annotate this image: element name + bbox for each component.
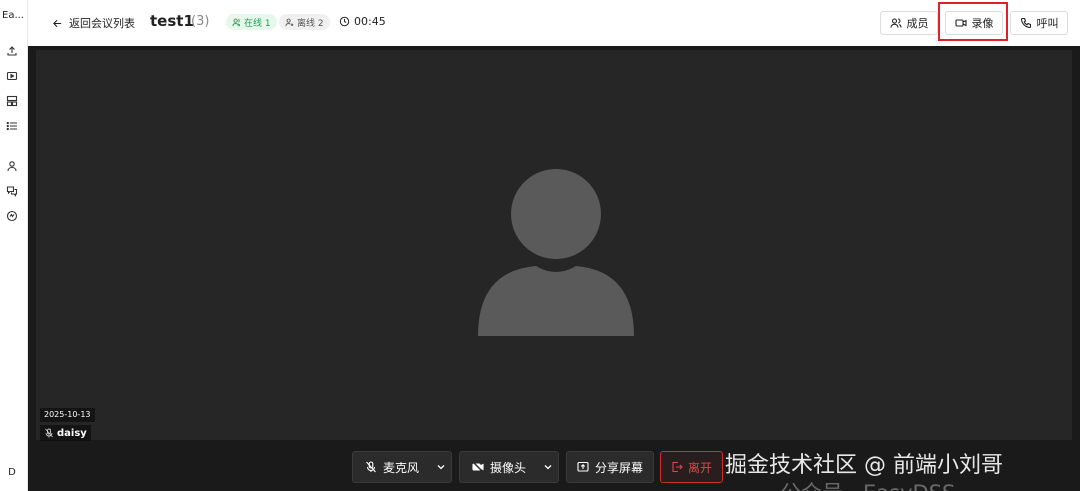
user-initial[interactable]: D	[0, 467, 24, 478]
microphone-dropdown[interactable]	[431, 452, 451, 482]
chevron-down-icon	[544, 465, 552, 470]
participant-name: daisy	[57, 427, 87, 439]
share-screen-button[interactable]: 分享屏幕	[566, 451, 654, 483]
members-button[interactable]: 成员	[880, 11, 938, 35]
list-icon	[6, 121, 17, 131]
layout-icon	[6, 95, 18, 107]
sidebar: Ea... D	[0, 0, 28, 491]
leave-label: 离开	[687, 460, 712, 475]
app-logo: Ea...	[2, 10, 24, 21]
record-button-label: 录像	[971, 17, 994, 30]
camera-dropdown[interactable]	[538, 452, 558, 482]
sidebar-item-user[interactable]	[5, 159, 19, 173]
camera-button[interactable]: 摄像头	[460, 452, 538, 482]
exit-icon	[672, 461, 683, 473]
sidebar-item-chat[interactable]	[5, 184, 19, 198]
online-status-badge: 在线 1	[226, 14, 277, 30]
phone-icon	[1020, 17, 1031, 29]
sidebar-item-video[interactable]	[5, 69, 19, 83]
clock-icon	[339, 16, 350, 27]
room-title: test1	[150, 12, 194, 30]
participant-video-tile[interactable]: 2025-10-13 daisy	[36, 50, 1072, 441]
call-button-label: 呼叫	[1036, 17, 1059, 30]
room-member-count: (3)	[191, 14, 210, 29]
timer-value: 00:45	[354, 15, 386, 28]
microphone-label: 麦克风	[383, 460, 420, 475]
members-button-label: 成员	[906, 17, 929, 30]
back-to-meeting-list-link[interactable]: 返回会议列表	[52, 15, 135, 31]
watermark: 掘金技术社区 @ 前端小刘哥	[725, 447, 1003, 479]
refresh-circle-icon	[6, 210, 18, 222]
watermark-main-text: 掘金技术社区 @ 前端小刘哥	[725, 453, 1003, 478]
offline-badge-label: 离线 2	[297, 18, 324, 29]
camera-control[interactable]: 摄像头	[459, 451, 559, 483]
online-badge-label: 在线 1	[244, 18, 271, 29]
video-play-icon	[6, 71, 18, 81]
call-button[interactable]: 呼叫	[1010, 11, 1068, 35]
user-icon	[7, 161, 17, 172]
sidebar-item-layout[interactable]	[5, 94, 19, 108]
user-off-icon	[285, 18, 294, 26]
participant-name-label: daisy	[40, 425, 91, 441]
chevron-down-icon	[437, 465, 445, 470]
back-label: 返回会议列表	[69, 17, 135, 30]
microphone-button[interactable]: 麦克风	[353, 452, 431, 482]
mic-muted-icon	[366, 461, 376, 473]
users-icon	[889, 18, 902, 28]
avatar-placeholder-icon	[478, 169, 634, 336]
share-screen-label: 分享屏幕	[594, 460, 643, 475]
offline-status-badge: 离线 2	[279, 14, 330, 30]
camera-off-icon	[472, 461, 484, 473]
upload-icon	[7, 46, 17, 56]
arrow-left-icon	[53, 19, 62, 27]
mic-muted-icon	[45, 428, 53, 438]
meeting-timer: 00:45	[339, 15, 386, 28]
sidebar-item-list[interactable]	[5, 119, 19, 133]
chat-icon	[6, 186, 18, 197]
video-camera-icon	[954, 19, 967, 27]
microphone-control[interactable]: 麦克风	[352, 451, 452, 483]
top-bar: 返回会议列表 test1 (3) 在线 1 离线 2 00:45 成员 录像 呼…	[28, 0, 1080, 46]
watermark-overlay-text: 公众号 · EasyDSS	[780, 477, 955, 491]
leave-button[interactable]: 离开	[660, 451, 723, 483]
camera-label: 摄像头	[490, 460, 527, 475]
meeting-stage: 2025-10-13 daisy 麦克风 摄像头 分享屏幕 离开 公众号 · E…	[28, 46, 1080, 491]
record-button[interactable]: 录像	[945, 11, 1003, 35]
share-screen-icon	[577, 461, 589, 472]
video-date-label: 2025-10-13	[40, 408, 95, 422]
sidebar-item-upload[interactable]	[5, 44, 19, 58]
sidebar-item-refresh[interactable]	[5, 209, 19, 223]
users-icon	[232, 18, 241, 26]
